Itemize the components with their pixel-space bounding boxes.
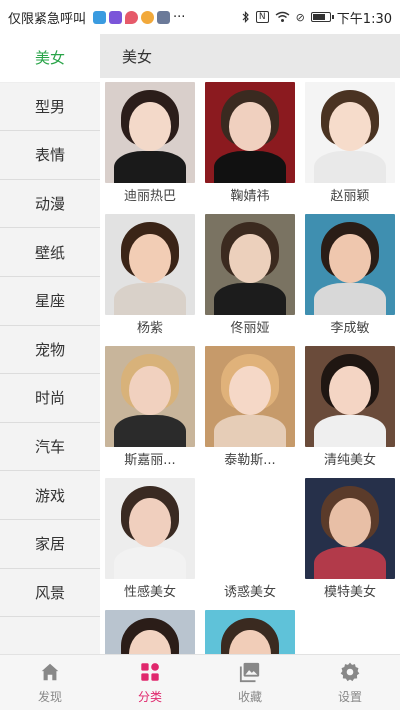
category-sidebar: 美女型男表情动漫壁纸星座宠物时尚汽车游戏家居风景	[0, 34, 100, 654]
sidebar-item-label: 表情	[34, 146, 65, 165]
status-time: 下午1:30	[336, 11, 392, 27]
nav-label: 发现	[37, 690, 62, 704]
status-left: 仅限紧急呼叫 ···	[8, 8, 185, 27]
nav-item-3[interactable]: 设置	[300, 655, 400, 710]
tile-label: 鞠婧祎	[230, 189, 270, 204]
nav-label: 收藏	[237, 690, 262, 704]
tile-thumbnail	[305, 214, 395, 315]
nav-item-0[interactable]: 发现	[0, 655, 100, 710]
sidebar-item-11[interactable]: 风景	[0, 568, 100, 618]
sidebar-item-7[interactable]: 时尚	[0, 374, 100, 423]
signal-off-icon: ⊘	[295, 10, 305, 24]
tile-thumbnail	[105, 346, 195, 447]
sidebar-item-label: 游戏	[34, 486, 65, 505]
tile-label: 性感美女	[123, 585, 176, 600]
tile-label: 斯嘉丽...	[124, 453, 176, 468]
image-tile[interactable]: 性感美女	[105, 478, 195, 601]
app-icon	[109, 10, 123, 24]
carrier-text: 仅限紧急呼叫	[8, 11, 87, 27]
image-tile[interactable]: 佟丽娅	[205, 214, 295, 337]
wifi-icon	[275, 11, 290, 22]
tile-thumbnail	[105, 610, 195, 654]
notification-icons: ···	[93, 10, 185, 25]
sidebar-item-label: 家居	[34, 535, 65, 554]
tile-label: 诱惑美女	[223, 585, 276, 600]
image-tile[interactable]	[105, 610, 195, 654]
sidebar-item-label: 动漫	[34, 195, 65, 214]
tile-label: 模特美女	[323, 585, 376, 600]
image-tile[interactable]: 赵丽颖	[305, 82, 395, 205]
nav-item-2[interactable]: 收藏	[200, 655, 300, 710]
person-icon	[93, 10, 107, 24]
image-tile[interactable]: 泰勒斯...	[205, 346, 295, 469]
sidebar-item-label: 宠物	[34, 340, 65, 359]
image-icon	[157, 10, 171, 24]
image-tile[interactable]: 杨紫	[105, 214, 195, 337]
tile-label: 迪丽热巴	[123, 189, 176, 204]
sidebar-item-label: 汽车	[34, 438, 65, 457]
sidebar-item-6[interactable]: 宠物	[0, 325, 100, 375]
sidebar-item-label: 时尚	[34, 389, 65, 408]
sidebar-item-5[interactable]: 星座	[0, 276, 100, 326]
sidebar-item-label: 型男	[34, 97, 65, 116]
location-icon	[125, 10, 139, 24]
nfc-icon: N	[255, 11, 269, 23]
image-tile[interactable]: 诱惑美女	[205, 478, 295, 601]
grid-icon	[138, 660, 162, 684]
sidebar-item-label: 美女	[34, 49, 65, 68]
status-bar: 仅限紧急呼叫 ··· N ⊘ 下午1:30	[0, 0, 400, 34]
tile-thumbnail	[205, 610, 295, 654]
battery-icon	[310, 12, 334, 22]
tile-thumbnail	[205, 346, 295, 447]
tile-thumbnail	[105, 478, 195, 579]
sidebar-item-1[interactable]: 型男	[0, 82, 100, 132]
tile-label: 清纯美女	[323, 453, 376, 468]
image-tile[interactable]: 模特美女	[305, 478, 395, 601]
tile-thumbnail	[305, 346, 395, 447]
tile-thumbnail	[305, 478, 395, 579]
tile-label: 李成敏	[330, 321, 370, 336]
tile-label: 赵丽颖	[330, 189, 370, 204]
sidebar-item-label: 风景	[34, 583, 65, 602]
sidebar-item-8[interactable]: 汽车	[0, 422, 100, 472]
gear-icon	[338, 660, 362, 684]
picture-icon	[238, 660, 262, 684]
sidebar-item-3[interactable]: 动漫	[0, 179, 100, 229]
image-tile[interactable]: 斯嘉丽...	[105, 346, 195, 469]
tile-label: 佟丽娅	[230, 321, 270, 336]
category-content: 美女 迪丽热巴 鞠婧祎 赵丽颖杨紫 佟丽娅 李成敏斯嘉丽... 泰勒斯... 清纯美女性感美…	[100, 34, 400, 654]
sidebar-item-9[interactable]: 游戏	[0, 471, 100, 520]
image-tile[interactable]: 李成敏	[305, 214, 395, 337]
tile-thumbnail	[105, 214, 195, 315]
image-tile[interactable]: 迪丽热巴	[105, 82, 195, 205]
tile-thumbnail	[105, 82, 195, 183]
tile-thumbnail	[205, 478, 295, 579]
tile-label: 杨紫	[136, 321, 163, 336]
tile-label: 泰勒斯...	[224, 453, 276, 468]
nav-label: 分类	[137, 690, 162, 704]
sidebar-item-2[interactable]: 表情	[0, 131, 100, 180]
bottom-navigation: 发现 分类 收藏 设置	[0, 654, 400, 710]
home-icon	[38, 660, 62, 684]
content-title: 美女	[122, 47, 153, 66]
image-tile[interactable]: 清纯美女	[305, 346, 395, 469]
tile-thumbnail	[205, 82, 295, 183]
status-right: N ⊘ 下午1:30	[242, 8, 392, 27]
nav-item-1[interactable]: 分类	[100, 655, 200, 710]
tile-thumbnail	[205, 214, 295, 315]
content-header: 美女	[100, 34, 400, 78]
sidebar-item-10[interactable]: 家居	[0, 519, 100, 569]
sidebar-item-label: 星座	[34, 292, 65, 311]
sidebar-item-label: 壁纸	[34, 243, 65, 262]
nav-label: 设置	[337, 690, 362, 704]
coin-icon	[141, 10, 155, 24]
sidebar-item-4[interactable]: 壁纸	[0, 228, 100, 277]
more-notifications: ···	[173, 9, 186, 25]
image-tile[interactable]: 鞠婧祎	[205, 82, 295, 205]
tile-thumbnail	[305, 82, 395, 183]
bluetooth-icon	[242, 11, 249, 23]
image-tile[interactable]	[205, 610, 295, 654]
sidebar-item-0[interactable]: 美女	[0, 34, 100, 83]
